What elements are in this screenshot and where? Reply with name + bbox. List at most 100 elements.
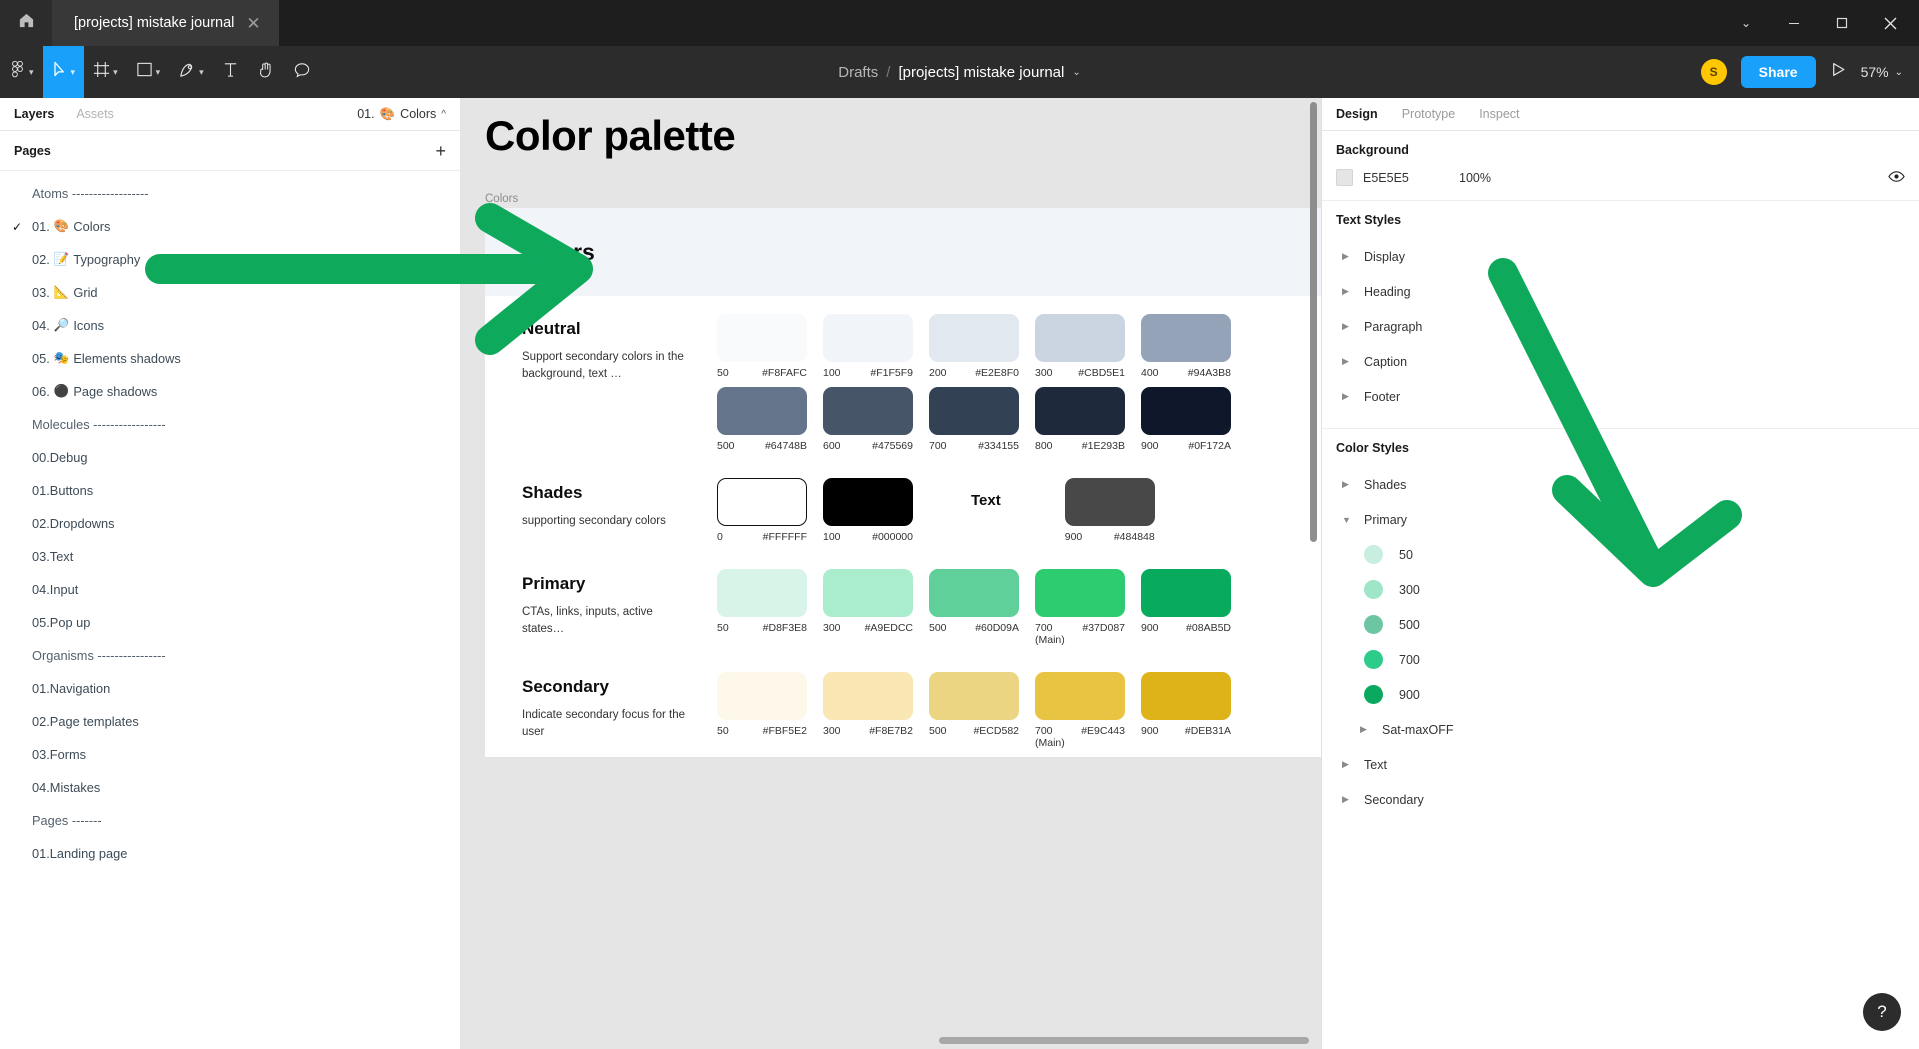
- window-close-icon[interactable]: [1867, 0, 1913, 46]
- color-style-group-row[interactable]: ▶ Sat-maxOFF: [1336, 712, 1905, 747]
- color-swatch-box[interactable]: [1141, 387, 1231, 435]
- zoom-control[interactable]: 57% ⌄: [1861, 64, 1903, 80]
- color-swatch[interactable]: 900 #08AB5D: [1141, 569, 1247, 646]
- color-style-dot[interactable]: [1364, 650, 1383, 669]
- page-list-item[interactable]: 04. 🔎 Icons: [0, 309, 460, 342]
- chevron-down-icon[interactable]: ▼: [1342, 515, 1364, 525]
- color-style-swatch-row[interactable]: 300: [1336, 572, 1905, 607]
- text-style-row[interactable]: ▶ Paragraph: [1336, 309, 1905, 344]
- color-style-swatch-row[interactable]: 700: [1336, 642, 1905, 677]
- color-swatch-box[interactable]: [929, 387, 1019, 435]
- color-swatch-box[interactable]: [929, 569, 1019, 617]
- background-color-swatch[interactable]: [1336, 169, 1353, 186]
- color-style-dot[interactable]: [1364, 615, 1383, 634]
- color-swatch[interactable]: 500 #60D09A: [929, 569, 1035, 646]
- color-swatch[interactable]: 300 #F8E7B2: [823, 672, 929, 749]
- color-style-dot[interactable]: [1364, 685, 1383, 704]
- chevron-down-icon[interactable]: ▾: [71, 67, 76, 78]
- page-list-item[interactable]: 04. Mistakes: [0, 771, 460, 804]
- page-list-item[interactable]: 03. 📐 Grid: [0, 276, 460, 309]
- chevron-down-icon[interactable]: ⌄: [1072, 67, 1080, 78]
- color-swatch[interactable]: 700 (Main) #37D087: [1035, 569, 1141, 646]
- chevron-down-icon[interactable]: ▾: [156, 67, 161, 78]
- color-swatch-box[interactable]: [823, 387, 913, 435]
- share-button[interactable]: Share: [1740, 56, 1816, 88]
- color-swatch[interactable]: 900 #0F172A: [1141, 387, 1247, 452]
- chevron-down-icon[interactable]: ▾: [29, 67, 34, 78]
- add-page-button[interactable]: +: [435, 142, 446, 160]
- color-swatch[interactable]: 900 #DEB31A: [1141, 672, 1247, 749]
- background-opacity-value[interactable]: 100%: [1459, 171, 1529, 185]
- color-swatch-box[interactable]: [1035, 387, 1125, 435]
- comment-tool-button[interactable]: [284, 46, 320, 98]
- page-list-item[interactable]: ✓ 01. 🎨 Colors: [0, 210, 460, 243]
- chevron-down-icon[interactable]: ⌄: [1895, 67, 1903, 78]
- color-swatch[interactable]: 700 #334155: [929, 387, 1035, 452]
- page-list-item[interactable]: 06. ⚫ Page shadows: [0, 375, 460, 408]
- color-swatch[interactable]: 600 #475569: [823, 387, 929, 452]
- color-style-swatch-row[interactable]: 900: [1336, 677, 1905, 712]
- color-swatch[interactable]: 100 #F1F5F9: [823, 314, 929, 379]
- color-style-swatch-row[interactable]: 50: [1336, 537, 1905, 572]
- color-swatch-box[interactable]: [1141, 314, 1231, 362]
- color-swatch[interactable]: 500 #64748B: [717, 387, 823, 452]
- color-style-group-row[interactable]: ▼ Primary: [1336, 502, 1905, 537]
- color-swatch-box[interactable]: [823, 478, 913, 526]
- pen-tool-button[interactable]: ▾: [169, 46, 213, 98]
- color-style-dot[interactable]: [1364, 580, 1383, 599]
- color-style-group-row[interactable]: ▶ Secondary: [1336, 782, 1905, 817]
- frame-tool-button[interactable]: ▾: [84, 46, 127, 98]
- color-swatch[interactable]: 900 #484848: [1064, 478, 1171, 543]
- color-style-dot[interactable]: [1364, 545, 1383, 564]
- chevron-up-icon[interactable]: ^: [441, 109, 446, 120]
- color-swatch-box[interactable]: [717, 387, 807, 435]
- background-hex-value[interactable]: E5E5E5: [1363, 171, 1459, 185]
- chevron-right-icon[interactable]: ▶: [1342, 391, 1364, 402]
- color-swatch[interactable]: 100 #000000: [823, 478, 929, 543]
- maximize-icon[interactable]: [1819, 0, 1865, 46]
- chevron-right-icon[interactable]: ▶: [1360, 724, 1382, 735]
- chevron-right-icon[interactable]: ▶: [1342, 321, 1364, 332]
- tab-prototype[interactable]: Prototype: [1402, 107, 1456, 121]
- page-list-item[interactable]: 03. Text: [0, 540, 460, 573]
- color-swatch[interactable]: 200 #E2E8F0: [929, 314, 1035, 379]
- chevron-down-icon[interactable]: ▾: [113, 67, 118, 78]
- minimize-icon[interactable]: [1771, 0, 1817, 46]
- color-swatch-box[interactable]: [1064, 478, 1155, 526]
- chevron-down-icon[interactable]: ⌄: [1723, 0, 1769, 46]
- file-tab[interactable]: [projects] mistake journal ✕: [52, 0, 279, 46]
- figma-menu-button[interactable]: ▾: [0, 46, 43, 98]
- page-list-item[interactable]: 02. 📝 Typography: [0, 243, 460, 276]
- chevron-down-icon[interactable]: ▾: [199, 67, 204, 78]
- tab-inspect[interactable]: Inspect: [1479, 107, 1519, 121]
- text-tool-button[interactable]: [213, 46, 248, 98]
- current-page-indicator[interactable]: 01. 🎨 Colors ^: [357, 107, 446, 122]
- chevron-right-icon[interactable]: ▶: [1342, 759, 1364, 770]
- color-swatch-box[interactable]: [823, 569, 913, 617]
- color-swatch-box[interactable]: [717, 569, 807, 617]
- breadcrumb-filename[interactable]: [projects] mistake journal: [898, 64, 1064, 81]
- page-list-item[interactable]: 01. Landing page: [0, 837, 460, 870]
- page-list-item[interactable]: 03. Forms: [0, 738, 460, 771]
- move-tool-button[interactable]: ▾: [42, 46, 85, 98]
- page-list-item[interactable]: 01. Navigation: [0, 672, 460, 705]
- color-swatch-box[interactable]: [717, 478, 807, 526]
- chevron-right-icon[interactable]: ▶: [1342, 479, 1364, 490]
- avatar[interactable]: S: [1700, 59, 1727, 85]
- color-swatch[interactable]: 800 #1E293B: [1035, 387, 1141, 452]
- color-swatch-box[interactable]: [1141, 672, 1231, 720]
- color-swatch[interactable]: 500 #ECD582: [929, 672, 1035, 749]
- page-list-item[interactable]: 02. Page templates: [0, 705, 460, 738]
- help-button[interactable]: ?: [1863, 993, 1901, 1031]
- frame-label[interactable]: Colors: [485, 193, 518, 205]
- tab-design[interactable]: Design: [1336, 107, 1378, 121]
- color-swatch-box[interactable]: [929, 314, 1019, 362]
- text-style-row[interactable]: ▶ Caption: [1336, 344, 1905, 379]
- color-swatch[interactable]: 300 #A9EDCC: [823, 569, 929, 646]
- page-list-item[interactable]: 00. Debug: [0, 441, 460, 474]
- canvas-horizontal-scrollbar[interactable]: [939, 1037, 1309, 1044]
- color-style-group-row[interactable]: ▶ Text: [1336, 747, 1905, 782]
- breadcrumb-drafts[interactable]: Drafts: [838, 64, 878, 81]
- text-style-row[interactable]: ▶ Display: [1336, 239, 1905, 274]
- color-swatch[interactable]: 50 #FBF5E2: [717, 672, 823, 749]
